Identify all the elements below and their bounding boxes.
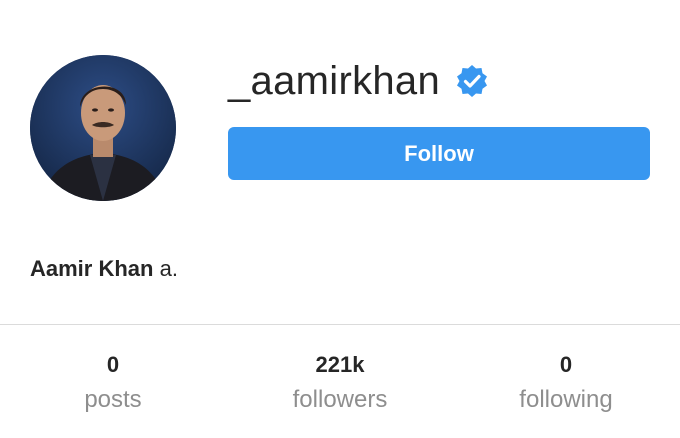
stat-posts[interactable]: 0 posts bbox=[13, 350, 213, 418]
follow-button[interactable]: Follow bbox=[228, 127, 650, 180]
bio: Aamir Khan a. bbox=[30, 255, 178, 283]
username-row: _aamirkhan bbox=[228, 56, 490, 106]
stat-following[interactable]: 0 following bbox=[466, 350, 666, 418]
avatar[interactable] bbox=[30, 55, 176, 201]
profile-photo bbox=[30, 55, 176, 201]
profile-stats: 0 posts 221k followers 0 following bbox=[0, 350, 680, 420]
stat-label: followers bbox=[292, 386, 388, 413]
stat-value: 0 bbox=[559, 352, 573, 377]
stat-value: 221k bbox=[315, 352, 365, 377]
stat-followers[interactable]: 221k followers bbox=[240, 350, 440, 418]
stat-value: 0 bbox=[106, 352, 120, 377]
bio-text: a. bbox=[153, 256, 178, 281]
stat-label: following bbox=[519, 386, 613, 413]
divider bbox=[0, 324, 680, 325]
bio-name: Aamir Khan bbox=[30, 256, 154, 281]
stat-label: posts bbox=[84, 386, 142, 413]
verified-badge-icon bbox=[454, 63, 490, 99]
username: _aamirkhan bbox=[228, 59, 441, 103]
